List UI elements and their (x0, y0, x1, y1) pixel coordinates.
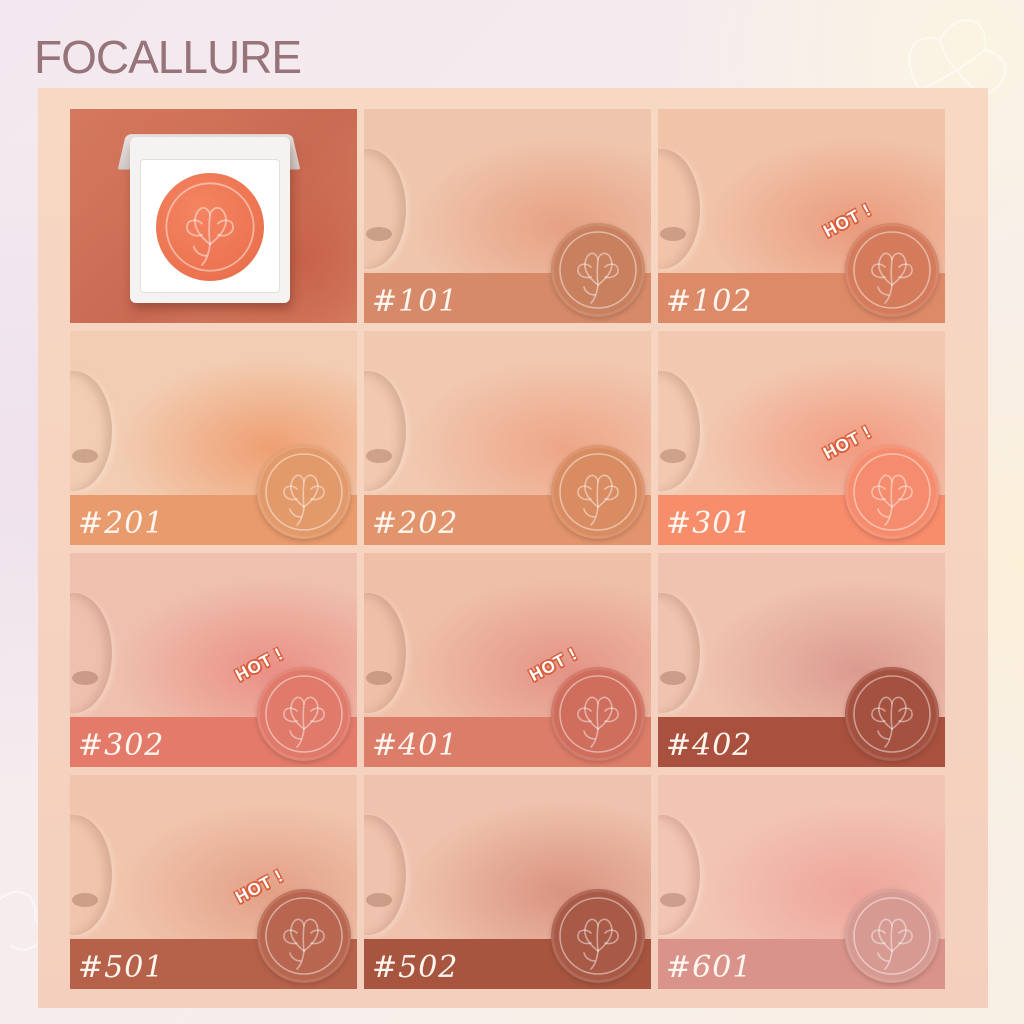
flower-emboss-icon (559, 453, 637, 531)
blush-pan (257, 445, 351, 539)
nostril (660, 671, 686, 685)
blush-pan (845, 445, 939, 539)
shade-tile: #402 (658, 553, 945, 767)
nostril (366, 893, 392, 907)
shade-tile: #201 (70, 331, 357, 545)
shade-tile: #502 (364, 775, 651, 989)
nostril (366, 227, 392, 241)
nostril (72, 671, 98, 685)
product-photo-tile (70, 109, 357, 323)
nostril (660, 227, 686, 241)
nostril (660, 893, 686, 907)
shade-code: #301 (666, 506, 753, 541)
shade-code: #501 (78, 950, 165, 985)
shade-code: #101 (372, 284, 459, 319)
shade-tile: #202 (364, 331, 651, 545)
shade-code: #202 (372, 506, 459, 541)
blush-pan (551, 667, 645, 761)
flower-emboss-icon (853, 231, 931, 309)
blush-pan (845, 889, 939, 983)
shade-tile: #102 HOT ! (658, 109, 945, 323)
shade-code: #502 (372, 950, 459, 985)
nostril (72, 893, 98, 907)
blush-pan (257, 667, 351, 761)
shade-tile: #501 HOT ! (70, 775, 357, 989)
shade-code: #102 (666, 284, 753, 319)
blush-pan (551, 223, 645, 317)
flower-emboss-icon (853, 675, 931, 753)
shade-grid: #101 #102 HOT ! #201 #202 #301 HOT ! #30… (70, 109, 945, 989)
blush-pan (551, 445, 645, 539)
compact-pan (156, 173, 264, 281)
flower-emboss-icon (559, 231, 637, 309)
shade-tile: #301 HOT ! (658, 331, 945, 545)
flower-emboss-icon (853, 897, 931, 975)
shade-code: #601 (666, 950, 753, 985)
compact-inner (140, 159, 280, 293)
flower-emboss-icon (559, 675, 637, 753)
shade-code: #201 (78, 506, 165, 541)
shade-code: #401 (372, 728, 459, 763)
shade-tile: #101 (364, 109, 651, 323)
blush-pan (257, 889, 351, 983)
nostril (366, 449, 392, 463)
flower-emboss-icon (853, 453, 931, 531)
blush-pan (845, 223, 939, 317)
blush-pan (845, 667, 939, 761)
flower-emboss-icon (265, 453, 343, 531)
flower-emboss-icon (559, 897, 637, 975)
blush-compact (130, 137, 290, 303)
shade-code: #302 (78, 728, 165, 763)
flower-emboss-icon (265, 897, 343, 975)
shade-tile: #401 HOT ! (364, 553, 651, 767)
nostril (72, 449, 98, 463)
blush-pan (551, 889, 645, 983)
shade-tile: #302 HOT ! (70, 553, 357, 767)
flower-emboss-icon (265, 675, 343, 753)
flower-emboss-icon (165, 182, 255, 272)
shade-tile: #601 (658, 775, 945, 989)
nostril (366, 671, 392, 685)
shade-code: #402 (666, 728, 753, 763)
brand-logo: FOCALLURE (34, 31, 302, 83)
nostril (660, 449, 686, 463)
